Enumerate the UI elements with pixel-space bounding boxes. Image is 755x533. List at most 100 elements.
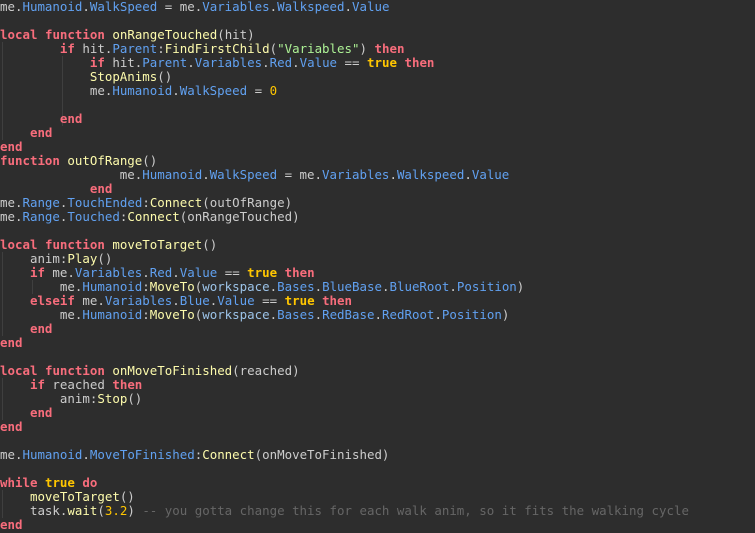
code-line[interactable]: if hit.Parent:FindFirstChild("Variables"…: [0, 42, 755, 56]
code-line[interactable]: me.Range.TouchEnded:Connect(outOfRange): [0, 196, 755, 210]
keyword: then: [284, 265, 315, 280]
function-name: StopAnims: [89, 69, 158, 84]
keyword: local: [0, 363, 38, 378]
code-text: .: [172, 265, 180, 280]
code-text: (outOfRange): [202, 195, 293, 210]
code-line[interactable]: end: [0, 518, 755, 532]
code-line[interactable]: end: [0, 182, 755, 196]
code-text: .: [292, 55, 300, 70]
code-text: .: [82, 0, 90, 14]
code-line[interactable]: end: [0, 420, 755, 434]
property-name: Humanoid: [22, 0, 83, 14]
code-line[interactable]: task.wait(3.2) -- you gotta change this …: [0, 504, 755, 518]
code-line[interactable]: while true do: [0, 476, 755, 490]
code-line[interactable]: me.Range.Touched:Connect(onRangeTouched): [0, 210, 755, 224]
keyword: do: [82, 475, 98, 490]
keyword: if: [59, 41, 75, 56]
property-name: BlueRoot: [389, 279, 450, 294]
property-name: Value: [471, 167, 510, 182]
code-line[interactable]: if reached then: [0, 378, 755, 392]
code-text: :: [142, 279, 150, 294]
code-line[interactable]: elseif me.Variables.Blue.Value == true t…: [0, 294, 755, 308]
code-text: (onMoveToFinished): [254, 447, 390, 462]
boolean-literal: true: [247, 265, 278, 280]
code-text: me.: [74, 293, 105, 308]
code-text: :: [142, 307, 150, 322]
property-name: Humanoid: [112, 83, 173, 98]
function-name: outOfRange: [67, 153, 143, 168]
code-text: .: [434, 307, 442, 322]
code-line[interactable]: if me.Variables.Red.Value == true then: [0, 266, 755, 280]
code-text: me.: [0, 447, 23, 462]
code-line[interactable]: moveToTarget(): [0, 490, 755, 504]
code-text: .: [202, 167, 210, 182]
code-line[interactable]: end: [0, 126, 755, 140]
code-line[interactable]: local function onMoveToFinished(reached): [0, 364, 755, 378]
code-text: (: [269, 41, 278, 56]
keyword: then: [404, 55, 435, 70]
code-line[interactable]: anim:Play(): [0, 252, 755, 266]
boolean-literal: true: [367, 55, 397, 70]
code-text: me.: [0, 83, 113, 98]
code-line[interactable]: end: [0, 406, 755, 420]
property-name: Bases: [277, 279, 315, 294]
function-name: moveToTarget: [29, 489, 120, 504]
property-name: Value: [299, 55, 338, 70]
property-name: Value: [179, 265, 218, 280]
code-line[interactable]: me.Humanoid:MoveTo(workspace.Bases.BlueB…: [0, 280, 755, 294]
code-line[interactable]: end: [0, 336, 755, 350]
property-name: WalkSpeed: [209, 167, 278, 182]
function-name: Connect: [127, 209, 180, 224]
code-text: anim:: [0, 391, 98, 406]
code-line[interactable]: if hit.Parent.Variables.Red.Value == tru…: [0, 56, 755, 70]
property-name: Variables: [194, 55, 263, 70]
keyword: end: [0, 335, 23, 350]
string-literal: "Variables": [277, 41, 360, 56]
code-line[interactable]: [0, 224, 755, 238]
keyword: then: [374, 41, 405, 56]
code-line[interactable]: anim:Stop(): [0, 392, 755, 406]
function-name: onMoveToFinished: [112, 363, 233, 378]
code-line[interactable]: end: [0, 140, 755, 154]
code-text: me.: [0, 209, 23, 224]
code-text: (): [142, 153, 158, 168]
keyword: if: [29, 377, 45, 392]
keyword: end: [29, 321, 53, 336]
code-line[interactable]: me.Humanoid.MoveToFinished:Connect(onMov…: [0, 448, 755, 462]
code-line[interactable]: me.Humanoid.WalkSpeed = me.Variables.Wal…: [0, 168, 755, 182]
function-name: FindFirstChild: [164, 41, 270, 56]
code-line[interactable]: [0, 434, 755, 448]
code-line[interactable]: end: [0, 322, 755, 336]
code-line[interactable]: local function onRangeTouched(hit): [0, 28, 755, 42]
property-name: Humanoid: [82, 307, 143, 322]
code-line[interactable]: me.Humanoid:MoveTo(workspace.Bases.RedBa…: [0, 308, 755, 322]
code-text: me.: [0, 0, 23, 14]
code-text: = me.: [277, 167, 323, 182]
function-name: moveToTarget: [112, 237, 203, 252]
code-editor[interactable]: me.Humanoid.WalkSpeed = me.Variables.Wal…: [0, 0, 755, 533]
property-name: RedRoot: [382, 307, 435, 322]
code-line[interactable]: me.Humanoid.WalkSpeed = me.Variables.Wal…: [0, 0, 755, 14]
code-line[interactable]: [0, 350, 755, 364]
code-line[interactable]: StopAnims(): [0, 70, 755, 84]
property-name: Humanoid: [142, 167, 203, 182]
code-line[interactable]: [0, 462, 755, 476]
code-line[interactable]: end: [0, 112, 755, 126]
property-name: Range: [22, 209, 60, 224]
code-text: .: [374, 307, 383, 322]
keyword: elseif: [29, 293, 75, 308]
code-text: anim:: [0, 251, 68, 266]
code-text: (): [202, 237, 218, 252]
code-line[interactable]: [0, 14, 755, 28]
code-line[interactable]: [0, 98, 755, 112]
code-line[interactable]: function outOfRange(): [0, 154, 755, 168]
code-line[interactable]: me.Humanoid.WalkSpeed = 0: [0, 84, 755, 98]
code-line[interactable]: local function moveToTarget(): [0, 238, 755, 252]
property-name: Bases: [277, 307, 315, 322]
code-text: me.: [0, 307, 83, 322]
keyword: local: [0, 27, 38, 42]
